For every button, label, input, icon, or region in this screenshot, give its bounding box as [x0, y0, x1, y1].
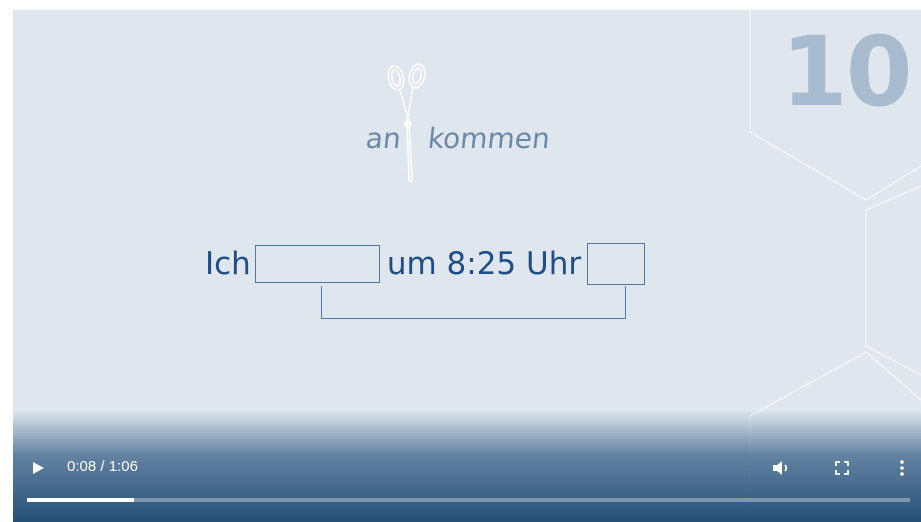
- progress-bar[interactable]: [27, 498, 910, 502]
- sentence-exercise: Ich um 8:25 Uhr: [205, 243, 646, 285]
- time-display: 0:08 / 1:06: [67, 458, 138, 475]
- sentence-middle: um 8:25 Uhr: [386, 246, 582, 282]
- play-icon[interactable]: [28, 458, 48, 478]
- prefix-blank-box: [587, 243, 646, 285]
- time-separator: /: [96, 458, 109, 475]
- sentence-word-ich: Ich: [205, 246, 251, 282]
- logo-word-kommen: kommen: [426, 122, 552, 155]
- duration: 1:06: [108, 458, 138, 475]
- current-time: 0:08: [67, 458, 97, 475]
- video-player[interactable]: 10 an kommen Ich um 8:25 Uhr 0:08 / 1:06: [13, 10, 921, 522]
- more-options-icon[interactable]: [890, 456, 914, 480]
- chapter-number: 10: [781, 16, 913, 128]
- progress-fill: [27, 498, 135, 502]
- control-bar: 0:08 / 1:06: [13, 410, 921, 522]
- verb-blank-box: [254, 245, 380, 283]
- volume-icon[interactable]: [770, 456, 794, 480]
- fullscreen-icon[interactable]: [830, 456, 854, 480]
- scissors-icon: [387, 63, 426, 183]
- ankommen-logo: an kommen: [364, 62, 573, 192]
- separable-verb-bracket: [321, 286, 626, 319]
